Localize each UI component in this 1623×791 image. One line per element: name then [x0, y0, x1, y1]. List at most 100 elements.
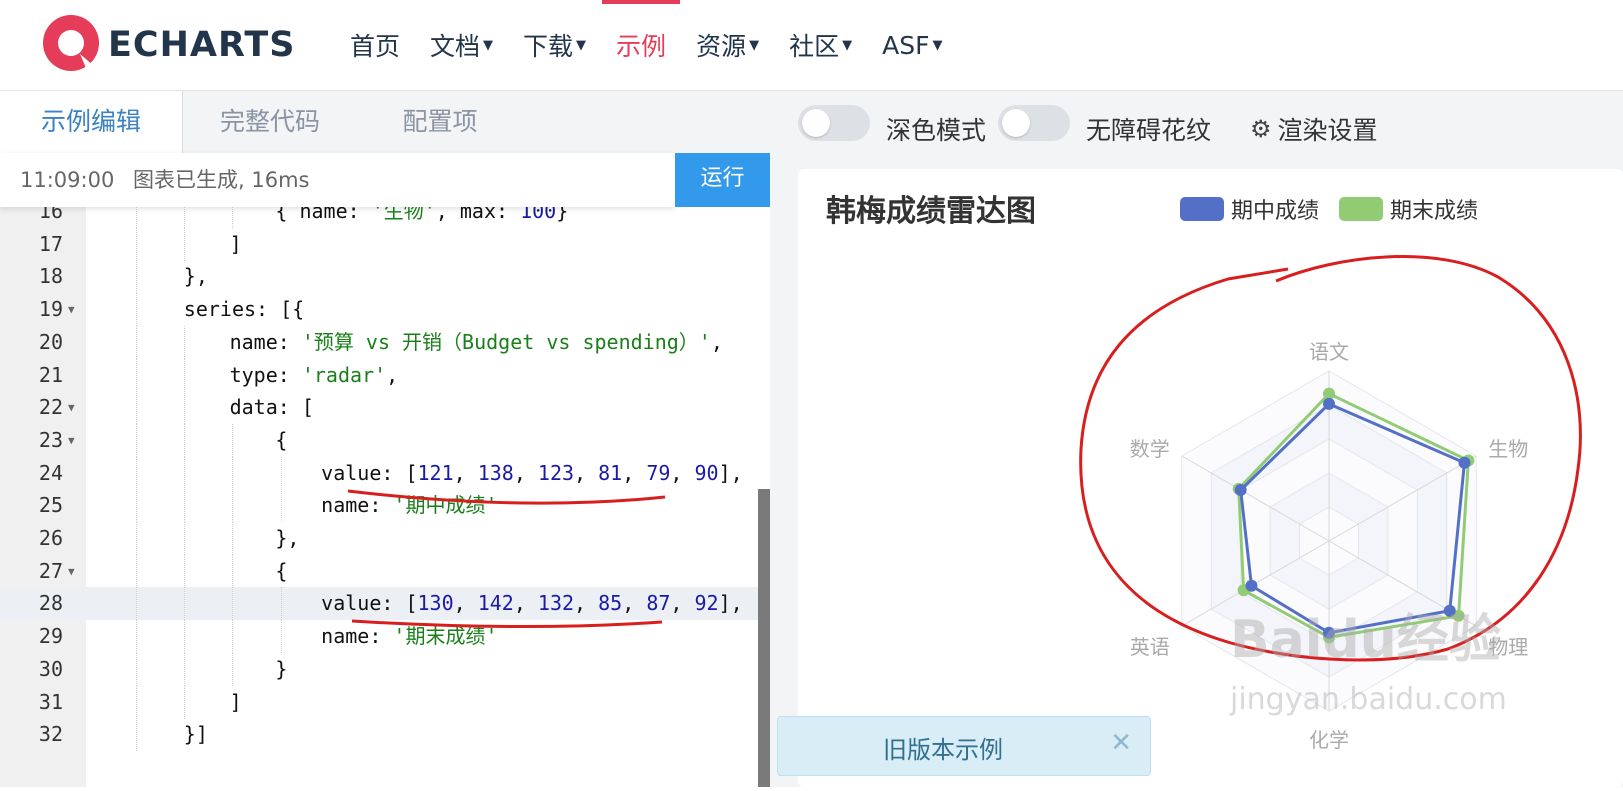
run-button[interactable]: 运行	[675, 153, 770, 207]
indent-guide	[184, 652, 186, 686]
radar-data-point[interactable]	[1323, 397, 1335, 410]
status-time: 11:09:00	[20, 168, 115, 192]
fold-toggle-icon[interactable]: ▼	[68, 293, 75, 326]
radar-data-point[interactable]	[1245, 579, 1258, 592]
indent-guide	[184, 522, 186, 555]
caret-down-icon: ▼	[576, 37, 587, 53]
indent-guide	[232, 652, 234, 686]
line-number[interactable]: 22	[0, 391, 63, 424]
editor-scrollbar[interactable]	[758, 489, 770, 787]
code-line[interactable]: 17]	[0, 227, 760, 261]
preview-panel: 深色模式 无障碍花纹 ⚙ 渲染设置 韩梅成绩雷达图 期中成绩 期末成绩 语文 生物…	[770, 91, 1623, 787]
line-number[interactable]: 17	[0, 228, 63, 261]
indent-guide	[232, 423, 234, 457]
indent-guide	[184, 227, 186, 261]
indent-guide	[136, 456, 137, 490]
nav-item-examples[interactable]: 示例	[602, 0, 681, 90]
indent-guide	[184, 358, 186, 392]
code-line[interactable]: 30}	[0, 652, 760, 686]
tab-full-code[interactable]: 完整代码	[190, 91, 350, 153]
radar-data-point[interactable]	[1234, 484, 1247, 496]
line-number[interactable]: 25	[0, 489, 63, 522]
nav-item-resources[interactable]: 资源 ▼	[696, 0, 759, 90]
line-number[interactable]: 27	[0, 555, 63, 588]
decal-toggle[interactable]	[998, 105, 1070, 141]
code-line[interactable]: 26},	[0, 522, 760, 555]
line-number[interactable]: 29	[0, 620, 63, 653]
indent-guide	[184, 423, 186, 457]
line-number[interactable]: 18	[0, 260, 63, 293]
code-line[interactable]: 19 ▼ series: [{	[0, 293, 760, 327]
line-number[interactable]: 19	[0, 293, 63, 326]
code-line[interactable]: 28 value: [130, 142, 132, 85, 87, 92],	[0, 587, 760, 621]
radar-data-point[interactable]	[1458, 456, 1471, 469]
logo-text[interactable]: ECHARTS	[108, 25, 295, 65]
indent-guide	[136, 227, 137, 261]
indent-guide	[232, 620, 234, 654]
nav-label: 资源	[696, 32, 747, 61]
close-icon[interactable]: ✕	[1110, 728, 1132, 758]
line-number[interactable]: 30	[0, 653, 63, 686]
indent-guide	[136, 293, 137, 327]
code-text: }]	[183, 722, 208, 747]
line-number[interactable]: 24	[0, 457, 63, 490]
code-line[interactable]: 18},	[0, 260, 760, 294]
fold-toggle-icon[interactable]: ▼	[68, 391, 75, 424]
line-number[interactable]: 20	[0, 326, 63, 359]
line-number[interactable]: 26	[0, 522, 63, 555]
caret-down-icon: ▼	[749, 37, 760, 53]
indent-guide	[232, 489, 234, 523]
code-line[interactable]: 27 ▼ {	[0, 554, 760, 588]
nav-item-community[interactable]: 社区 ▼	[789, 0, 852, 90]
nav-item-home[interactable]: 首页	[350, 0, 400, 90]
code-line[interactable]: 25 name: '期中成绩'	[0, 489, 760, 523]
code-text: name: '预算 vs 开销（Budget vs spending）',	[229, 329, 723, 354]
editor-tabs: 示例编辑 完整代码 配置项	[0, 91, 770, 153]
nav-label: ASF	[882, 30, 930, 60]
indent-guide	[136, 207, 137, 228]
code-line[interactable]: 21 type: 'radar',	[0, 358, 760, 392]
nav-item-docs[interactable]: 文档 ▼	[430, 0, 493, 90]
code-line[interactable]: 20 name: '预算 vs 开销（Budget vs spending）',	[0, 325, 760, 359]
tab-options[interactable]: 配置项	[360, 91, 520, 153]
legend-swatch-midterm[interactable]	[1180, 197, 1224, 221]
code-line[interactable]: 23 ▼ {	[0, 423, 760, 457]
code-line[interactable]: 31]	[0, 685, 760, 719]
radar-chart[interactable]: 韩梅成绩雷达图 期中成绩 期末成绩 语文生物物理化学英语数学 Baidu经验 j…	[798, 169, 1623, 787]
line-number[interactable]: 16	[0, 207, 63, 228]
code-text: value: [130, 142, 132, 85, 87, 92],	[321, 591, 743, 616]
fold-toggle-icon[interactable]: ▼	[68, 555, 75, 588]
line-number[interactable]: 28	[0, 587, 63, 620]
decal-label: 无障碍花纹	[1086, 116, 1212, 145]
line-number[interactable]: 21	[0, 359, 63, 392]
old-version-label[interactable]: 旧版本示例	[883, 730, 1003, 765]
legend-swatch-final[interactable]	[1339, 197, 1383, 221]
code-line[interactable]: 22 ▼ data: [	[0, 391, 760, 425]
legend-label-midterm[interactable]: 期中成绩	[1231, 199, 1319, 224]
echarts-logo-icon[interactable]	[42, 14, 100, 76]
indent-guide	[184, 587, 186, 621]
render-settings-button[interactable]: ⚙ 渲染设置	[1250, 111, 1378, 147]
nav-item-download[interactable]: 下载 ▼	[523, 0, 586, 90]
indent-guide	[184, 554, 186, 588]
nav-item-asf[interactable]: ASF ▼	[882, 0, 942, 90]
code-text: type: 'radar',	[229, 362, 399, 387]
radar-indicator-label: 数学	[1130, 437, 1170, 461]
line-number[interactable]: 31	[0, 686, 63, 719]
code-text: { name: '生物', max: 100}	[275, 207, 569, 223]
editor-panel: 示例编辑 完整代码 配置项 11:09:00 图表已生成, 16ms 运行 16…	[0, 91, 770, 787]
code-line[interactable]: 16 { name: '生物', max: 100}	[0, 207, 760, 228]
line-number[interactable]: 32	[0, 718, 63, 751]
code-text: }	[275, 656, 288, 681]
legend-label-final[interactable]: 期末成绩	[1390, 199, 1478, 224]
fold-toggle-icon[interactable]: ▼	[68, 424, 75, 457]
code-line[interactable]: 29 name: '期末成绩'	[0, 620, 760, 654]
dark-mode-toggle[interactable]	[798, 105, 870, 141]
line-number[interactable]: 23	[0, 424, 63, 457]
code-editor[interactable]: 16 { name: '生物', max: 100} 17] 18}, 19 ▼ serie…	[0, 207, 770, 787]
code-line[interactable]: 24 value: [121, 138, 123, 81, 79, 90],	[0, 456, 760, 490]
old-version-banner[interactable]: 旧版本示例 ✕	[777, 716, 1151, 776]
tab-example-editor[interactable]: 示例编辑	[0, 91, 183, 153]
code-line[interactable]: 32}]	[0, 718, 760, 752]
indent-guide	[184, 207, 186, 228]
